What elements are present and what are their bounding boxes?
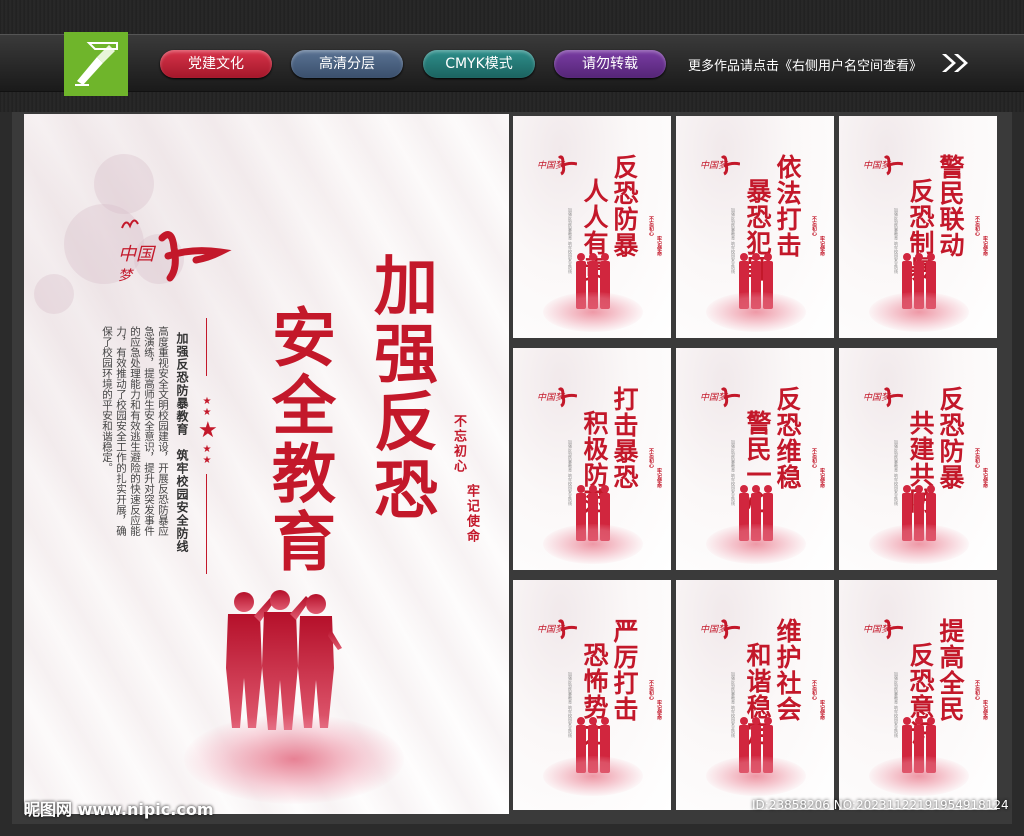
poster-slogan: 不忘初心	[811, 448, 817, 468]
poster-title-line1: 提高全民	[936, 618, 965, 722]
poster-title-line1: 严厉打击	[610, 618, 639, 722]
small-poster: 中国梦 打击暴恐 积极防范 加强反恐防暴教育 筑牢校园安全防线 不忘初心 牢记使…	[513, 348, 671, 570]
poster-slogan: 不忘初心	[648, 680, 654, 700]
china-dream-logo-icon: 中国梦	[700, 619, 740, 640]
slogan-keep-mission: 牢记使命	[464, 484, 479, 544]
china-dream-logo-icon: 中国梦	[537, 387, 577, 408]
poster-body-text: 加强反恐防暴教育 筑牢校园安全防线	[568, 440, 573, 506]
tag-no-repost[interactable]: 请勿转载	[554, 50, 666, 78]
stars-decoration: ★ ★ ★ ★ ★	[198, 396, 218, 466]
main-title-line2: 安全教育	[261, 304, 336, 576]
poster-slogan: 不忘初心	[811, 216, 817, 236]
small-poster: 中国梦 提高全民 反恐意识 加强反恐防暴教育 筑牢校园安全防线 不忘初心 牢记使…	[839, 580, 997, 810]
small-poster: 中国梦 反恐维稳 警民一心 加强反恐防暴教育 筑牢校园安全防线 不忘初心 牢记使…	[676, 348, 834, 570]
bokeh-light	[34, 274, 74, 314]
poster-slogan: 牢记使命	[982, 700, 988, 720]
poster-title-line1: 反恐维稳	[773, 386, 802, 490]
poster-title-line1: 警民联动	[936, 154, 965, 258]
ground-glow	[706, 292, 806, 332]
ground-glow	[869, 524, 969, 564]
poster-title-line1: 打击暴恐	[610, 386, 639, 490]
svg-text:中国: 中国	[118, 244, 157, 265]
small-poster: 中国梦 维护社会 和谐稳定 加强反恐防暴教育 筑牢校园安全防线 不忘初心 牢记使…	[676, 580, 834, 810]
tag-hd-layers[interactable]: 高清分层	[291, 50, 403, 78]
poster-body-text: 加强反恐防暴教育 筑牢校园安全防线	[731, 208, 736, 274]
small-poster: 中国梦 警民联动 反恐制暴 加强反恐防暴教育 筑牢校园安全防线 不忘初心 牢记使…	[839, 116, 997, 338]
divider-line	[206, 318, 207, 376]
main-title-line1: 加强反恐	[363, 252, 438, 524]
ground-glow	[869, 292, 969, 332]
image-id-text: ID:23858206 NO:20231122191954918124	[752, 798, 1009, 812]
poster-slogan: 不忘初心	[648, 448, 654, 468]
main-body-text: 高度重视安全文明校园建设，开展反恐防暴应急演练，提高师生安全意识，提升对突发事件…	[101, 326, 169, 536]
poster-slogan: 牢记使命	[819, 236, 825, 256]
ground-glow	[706, 756, 806, 796]
poster-slogan: 不忘初心	[648, 216, 654, 236]
poster-title-line1: 依法打击	[773, 154, 802, 258]
poster-body-text: 加强反恐防暴教育 筑牢校园安全防线	[894, 440, 899, 506]
top-bar: 党建文化 高清分层 CMYK模式 请勿转载 更多作品请点击《右侧用户名空间查看》	[0, 0, 1024, 112]
svg-text:梦: 梦	[118, 268, 134, 284]
small-poster: 中国梦 反恐防暴 人人有责 加强反恐防暴教育 筑牢校园安全防线 不忘初心 牢记使…	[513, 116, 671, 338]
more-works-link[interactable]: 更多作品请点击《右侧用户名空间查看》	[688, 55, 922, 74]
double-arrow-icon[interactable]	[940, 52, 972, 74]
nipic-watermark: 昵图网 www.nipic.com	[24, 800, 214, 819]
main-poster: 中国 梦 ★ ★ ★ ★ ★ 加强反恐 安全教育 加强反恐防暴教育 筑牢校园安全防线 高…	[24, 114, 509, 814]
poster-body-text: 加强反恐防暴教育 筑牢校园安全防线	[894, 208, 899, 274]
slogan-remember-origin: 不忘初心	[451, 414, 466, 474]
poster-slogan: 不忘初心	[811, 680, 817, 700]
poster-body-text: 加强反恐防暴教育 筑牢校园安全防线	[731, 440, 736, 506]
ground-glow	[184, 714, 404, 804]
poster-slogan: 牢记使命	[982, 236, 988, 256]
poster-slogan: 牢记使命	[656, 700, 662, 720]
small-poster: 中国梦 反恐防暴 共建共防 加强反恐防暴教育 筑牢校园安全防线 不忘初心 牢记使…	[839, 348, 997, 570]
poster-slogan: 牢记使命	[819, 700, 825, 720]
poster-slogan: 牢记使命	[656, 468, 662, 488]
ground-glow	[543, 524, 643, 564]
poster-slogan: 牢记使命	[819, 468, 825, 488]
china-dream-logo-icon: 中国梦	[863, 155, 903, 176]
tag-party-culture[interactable]: 党建文化	[160, 50, 272, 78]
ground-glow	[543, 292, 643, 332]
china-dream-logo-icon: 中国梦	[863, 387, 903, 408]
ground-glow	[543, 756, 643, 796]
china-dream-logo-icon: 中国梦	[537, 155, 577, 176]
china-dream-logo-icon: 中国梦	[863, 619, 903, 640]
small-poster: 中国梦 依法打击 暴恐犯罪 加强反恐防暴教育 筑牢校园安全防线 不忘初心 牢记使…	[676, 116, 834, 338]
pen-logo-icon	[64, 32, 128, 96]
poster-body-text: 加强反恐防暴教育 筑牢校园安全防线	[731, 672, 736, 738]
poster-body-text: 加强反恐防暴教育 筑牢校园安全防线	[894, 672, 899, 738]
poster-slogan: 不忘初心	[974, 216, 980, 236]
china-dream-logo-icon: 中国 梦	[118, 219, 232, 284]
china-dream-logo-icon: 中国梦	[537, 619, 577, 640]
china-dream-logo-icon: 中国梦	[700, 387, 740, 408]
small-poster: 中国梦 严厉打击 恐怖势力 加强反恐防暴教育 筑牢校园安全防线 不忘初心 牢记使…	[513, 580, 671, 810]
poster-slogan: 不忘初心	[974, 448, 980, 468]
tag-cmyk-mode[interactable]: CMYK模式	[423, 50, 535, 78]
poster-title-line1: 反恐防暴	[936, 386, 965, 490]
ground-glow	[869, 756, 969, 796]
china-dream-logo-icon: 中国梦	[700, 155, 740, 176]
ground-glow	[706, 524, 806, 564]
poster-slogan: 不忘初心	[974, 680, 980, 700]
main-subtitle: 加强反恐防暴教育 筑牢校园安全防线	[175, 332, 189, 553]
poster-body-text: 加强反恐防暴教育 筑牢校园安全防线	[568, 208, 573, 274]
divider-line	[206, 474, 207, 574]
poster-slogan: 牢记使命	[982, 468, 988, 488]
poster-title-line1: 维护社会	[773, 618, 802, 722]
poster-slogan: 牢记使命	[656, 236, 662, 256]
poster-body-text: 加强反恐防暴教育 筑牢校园安全防线	[568, 672, 573, 738]
poster-title-line1: 反恐防暴	[610, 154, 639, 258]
